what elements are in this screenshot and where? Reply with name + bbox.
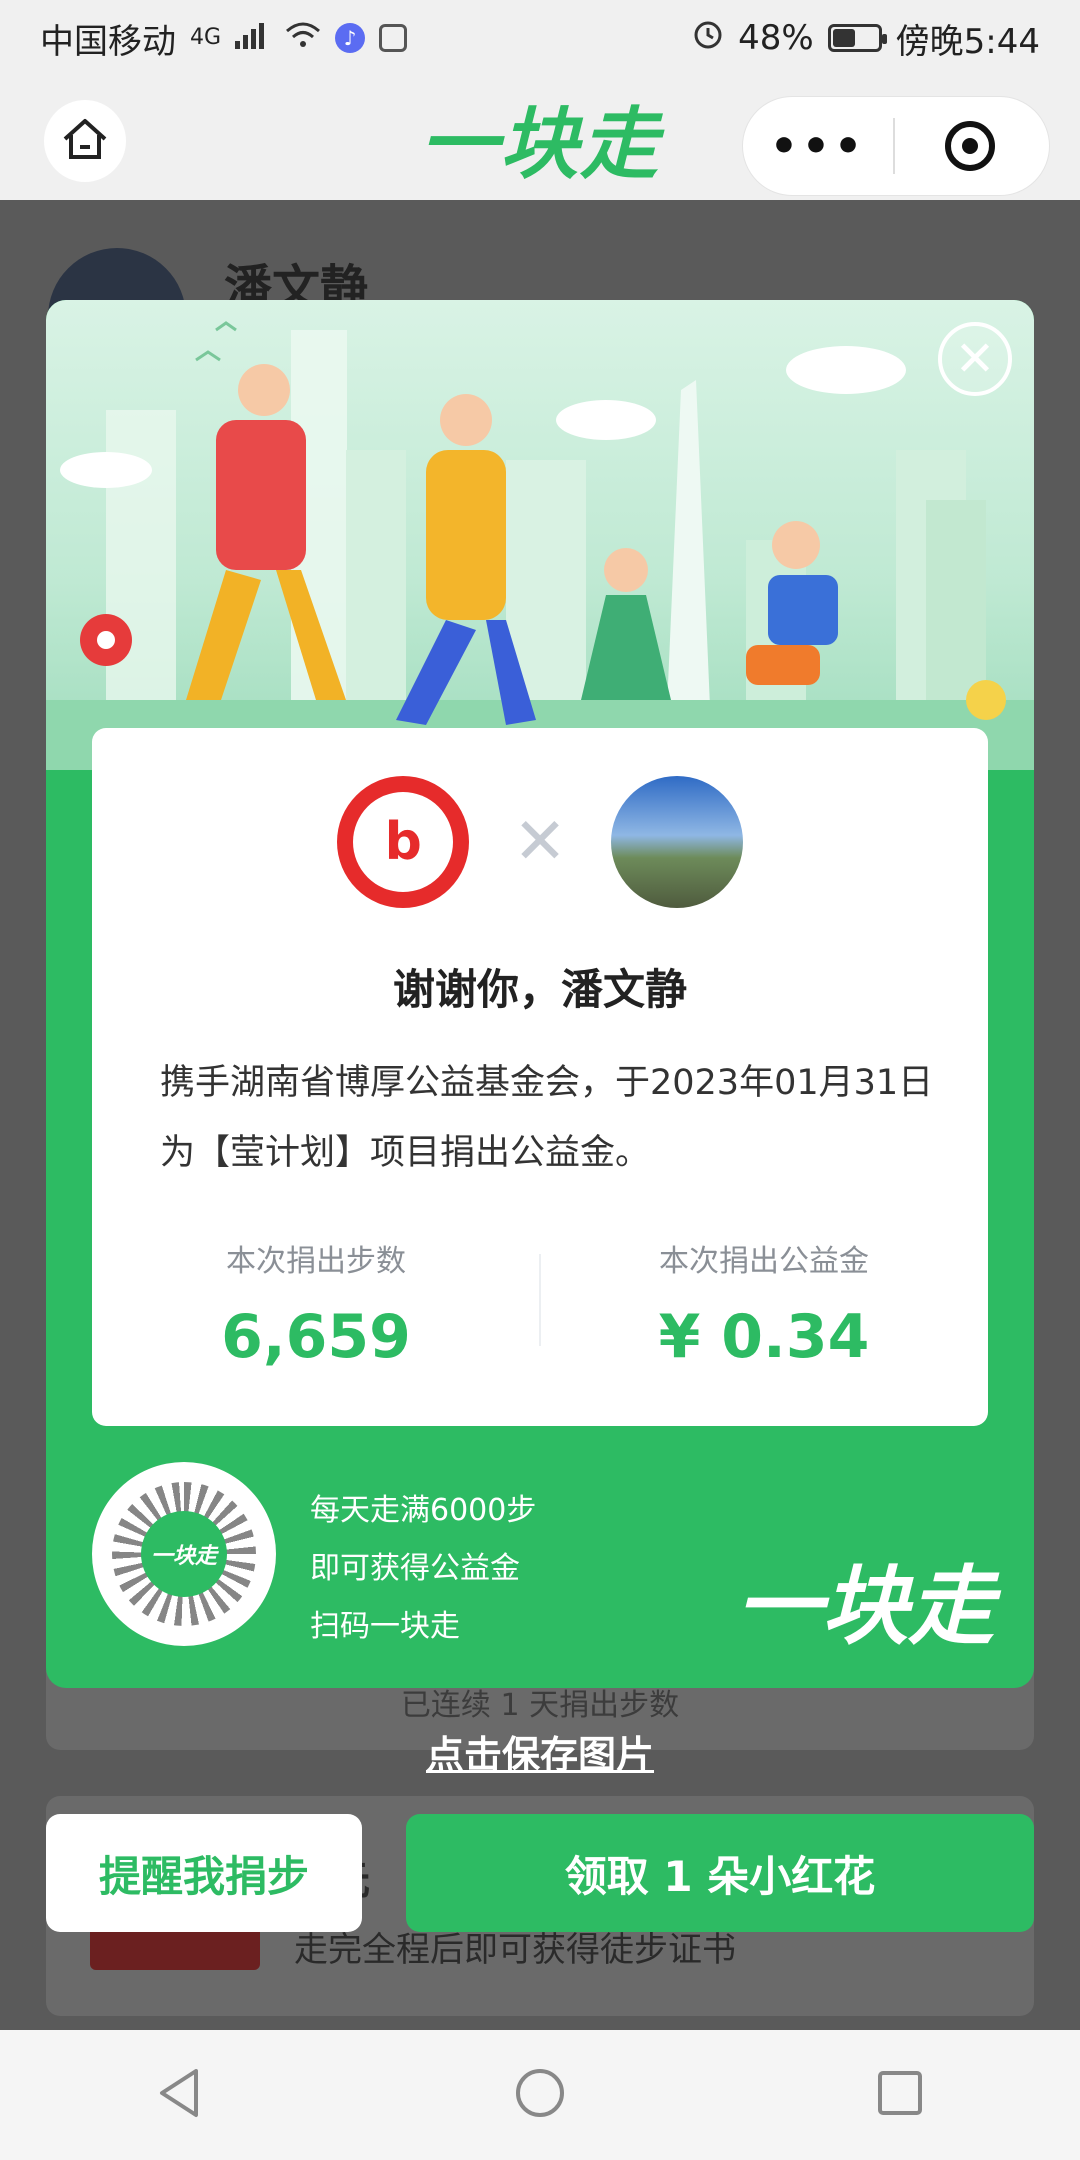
cross-icon: ✕ bbox=[513, 805, 567, 879]
fund-value: ¥ 0.34 bbox=[658, 1302, 870, 1372]
fund-stat: 本次捐出公益金 ¥ 0.34 bbox=[540, 1236, 988, 1372]
home-nav-button[interactable] bbox=[510, 2065, 570, 2125]
home-circle-icon bbox=[514, 2067, 566, 2123]
steps-value: 6,659 bbox=[221, 1302, 411, 1372]
close-modal-button[interactable]: ✕ bbox=[938, 322, 1012, 396]
thanks-heading: 谢谢你，潘文静 bbox=[392, 965, 687, 1014]
recents-nav-button[interactable] bbox=[870, 2065, 930, 2125]
foundation-heart-icon: b bbox=[353, 792, 454, 892]
home-button[interactable] bbox=[44, 100, 126, 182]
status-bar: 中国移动 4G ♪ 48% 傍晚5:44 bbox=[0, 0, 1080, 76]
certificate-card: b ✕ 谢谢你，潘文静 携手湖南省博厚公益基金会，于2023年01月31日为【莹… bbox=[92, 728, 988, 1426]
app-header: 一块走 ••• bbox=[0, 76, 1080, 200]
more-options-button[interactable]: ••• bbox=[743, 121, 893, 172]
back-triangle-icon bbox=[156, 2067, 204, 2123]
home-icon bbox=[59, 113, 111, 169]
clock-time: 傍晚5:44 bbox=[895, 21, 1040, 62]
close-miniprogram-button[interactable] bbox=[895, 121, 1045, 171]
promo-line-3: 扫码一块走 bbox=[310, 1609, 460, 1644]
donation-stats: 本次捐出步数 6,659 本次捐出公益金 ¥ 0.34 bbox=[92, 1236, 988, 1372]
promo-line-1: 每天走满6000步 bbox=[310, 1493, 537, 1528]
carrier-label: 中国移动 bbox=[40, 21, 176, 62]
wifi-icon bbox=[285, 18, 321, 58]
target-icon bbox=[945, 121, 995, 171]
app-title: 一块走 bbox=[419, 100, 660, 190]
capsule-menu: ••• bbox=[742, 96, 1050, 196]
mini-program-qr-code: 一块走 bbox=[92, 1462, 276, 1646]
signal-icon bbox=[235, 18, 271, 58]
save-image-link[interactable]: 点击保存图片 bbox=[0, 1724, 1080, 1779]
user-avatar bbox=[610, 776, 743, 908]
qr-center-logo: 一块走 bbox=[141, 1511, 227, 1597]
promo-text: 每天走满6000步 即可获得公益金 扫码一块走 bbox=[310, 1482, 536, 1656]
donation-description: 携手湖南省博厚公益基金会，于2023年01月31日为【莹计划】项目捐出公益金。 bbox=[160, 1063, 934, 1173]
remind-donate-button[interactable]: 提醒我捐步 bbox=[46, 1814, 362, 1932]
promo-area: 一块走 每天走满6000步 即可获得公益金 扫码一块走 一块走 bbox=[46, 1426, 1034, 1688]
donation-certificate-modal: ✕ b ✕ 谢谢你，潘文静 携手湖南省博厚公益基金会，于2023年01月31日为… bbox=[46, 300, 1034, 1688]
battery-icon bbox=[827, 24, 887, 52]
system-nav-bar bbox=[0, 2030, 1080, 2160]
brand-logo: 一块走 bbox=[736, 1557, 994, 1657]
back-nav-button[interactable] bbox=[150, 2065, 210, 2125]
app-notification-icon bbox=[379, 24, 408, 52]
foundation-logo: b bbox=[337, 776, 470, 908]
hero-illustration: ✕ bbox=[46, 300, 1034, 770]
steps-stat: 本次捐出步数 6,659 bbox=[92, 1236, 540, 1372]
claim-flower-button[interactable]: 领取 1 朵小红花 bbox=[406, 1814, 1034, 1932]
battery-percent: 48% bbox=[738, 18, 814, 58]
fund-label: 本次捐出公益金 bbox=[659, 1244, 869, 1279]
city-walk-illustration bbox=[46, 321, 1034, 770]
steps-label: 本次捐出步数 bbox=[226, 1244, 406, 1279]
stats-divider bbox=[539, 1254, 541, 1346]
network-type: 4G bbox=[190, 25, 222, 50]
music-app-icon: ♪ bbox=[335, 23, 366, 53]
logo-row: b ✕ bbox=[92, 776, 988, 908]
close-icon: ✕ bbox=[954, 331, 996, 387]
more-dots-icon: ••• bbox=[769, 120, 867, 172]
alarm-icon bbox=[692, 18, 724, 59]
recents-square-icon bbox=[876, 2069, 924, 2121]
promo-line-2: 即可获得公益金 bbox=[310, 1551, 520, 1586]
